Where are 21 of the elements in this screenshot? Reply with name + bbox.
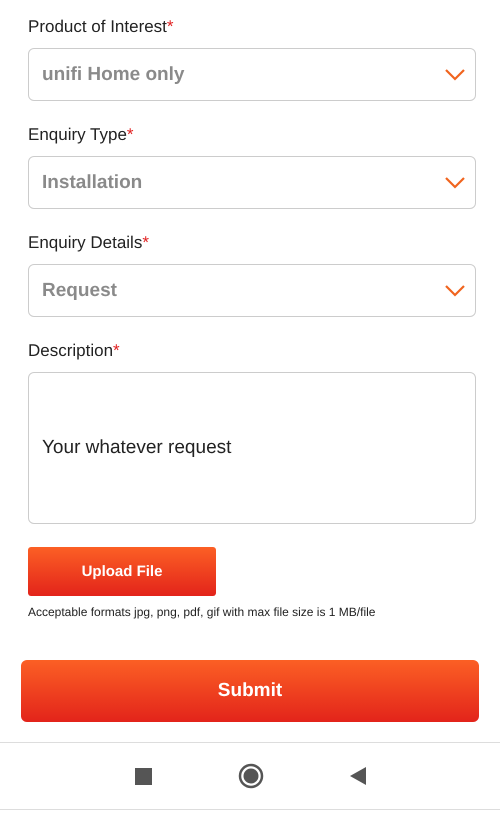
chevron-down-icon bbox=[445, 284, 465, 296]
dropdown-field[interactable]: unifi Home only bbox=[28, 48, 476, 101]
upload-file-button[interactable]: Upload File bbox=[28, 547, 216, 596]
required-asterisk: * bbox=[113, 341, 120, 361]
dropdown-field[interactable]: Request bbox=[28, 264, 476, 317]
dropdown-field[interactable]: Installation bbox=[28, 156, 476, 209]
field-label: Product of Interest bbox=[28, 17, 167, 37]
field-label: Enquiry Details bbox=[28, 233, 142, 253]
field-label: Enquiry Type bbox=[28, 125, 127, 145]
required-asterisk: * bbox=[166, 17, 174, 37]
description-field[interactable]: Your whatever request bbox=[28, 372, 476, 524]
field-label: Description bbox=[28, 341, 114, 361]
home-circle-icon[interactable] bbox=[238, 763, 264, 789]
recents-square-icon[interactable] bbox=[134, 768, 152, 784]
required-asterisk: * bbox=[142, 233, 149, 253]
upload-hint: Acceptable formats jpg, png, pdf, gif with max file size is 1 MB/file bbox=[28, 605, 376, 619]
back-triangle-icon[interactable] bbox=[350, 767, 366, 785]
submit-button[interactable]: Submit bbox=[21, 660, 479, 722]
chevron-down-icon bbox=[445, 176, 465, 188]
chevron-down-icon bbox=[445, 68, 465, 80]
required-asterisk: * bbox=[126, 125, 134, 145]
